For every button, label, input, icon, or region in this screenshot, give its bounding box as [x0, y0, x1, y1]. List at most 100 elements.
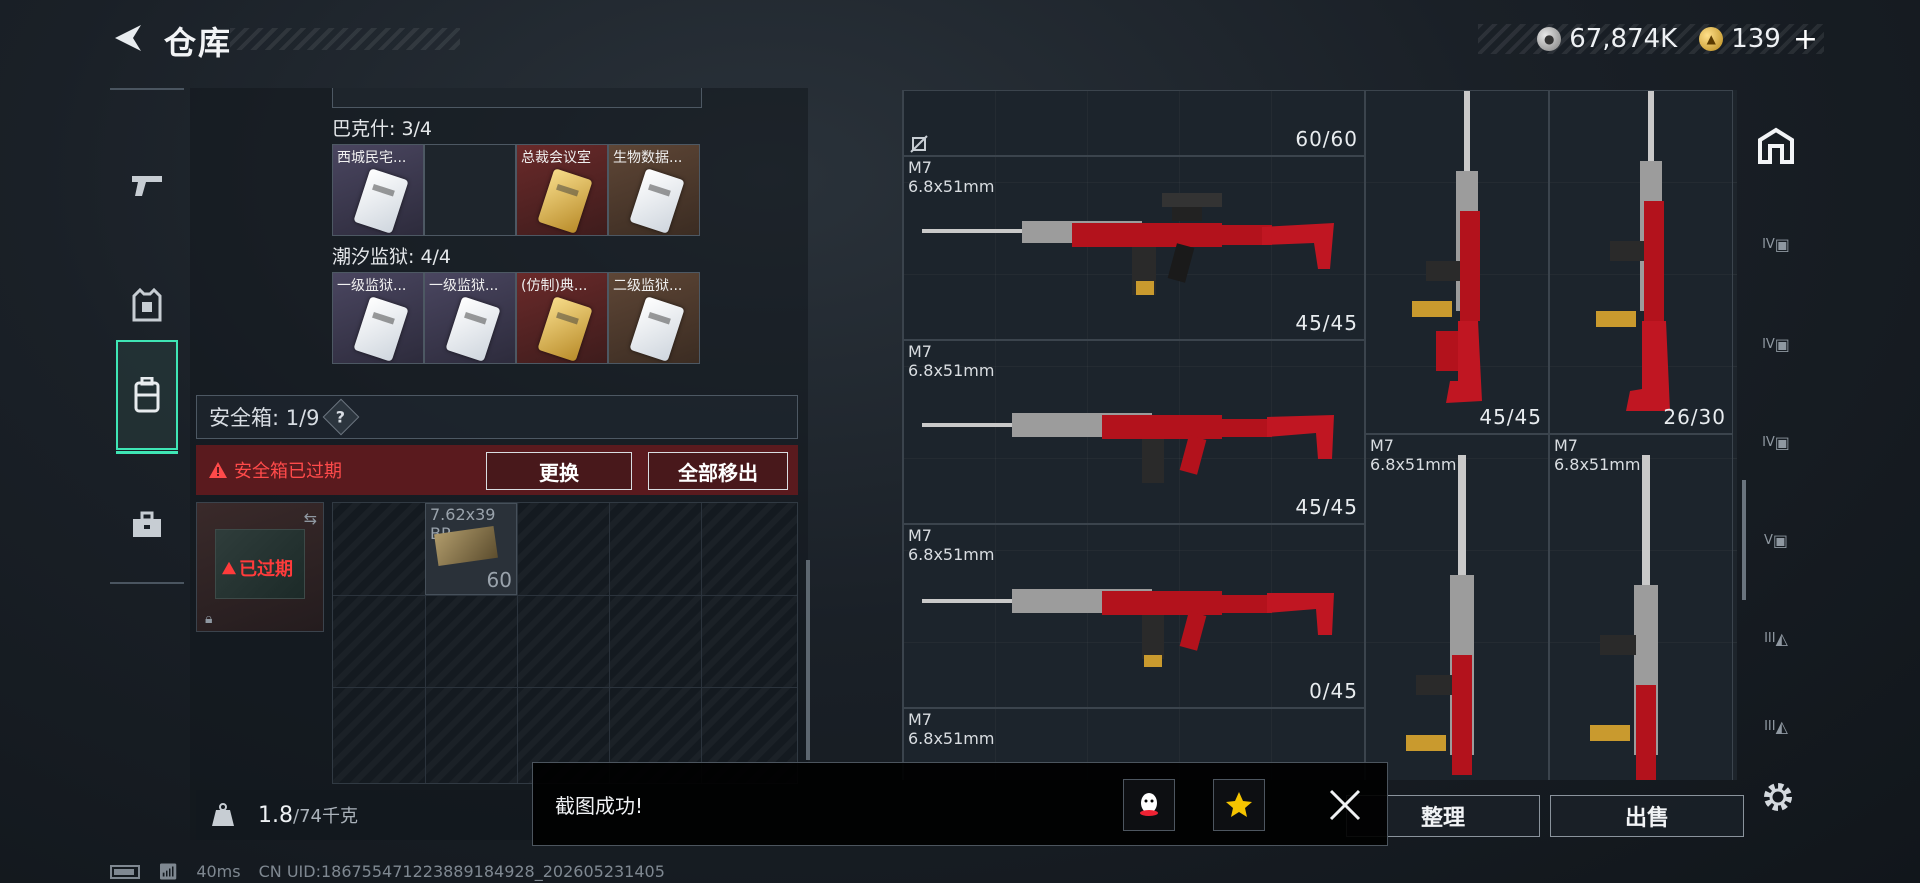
backpack-icon — [134, 377, 160, 413]
ammo-slot[interactable]: 7.62x39 BP 60 — [425, 503, 517, 595]
keycard-icon — [537, 296, 593, 362]
remove-all-button[interactable]: 全部移出 — [648, 452, 788, 490]
keycard-slot[interactable]: 二级监狱... — [608, 272, 700, 364]
vest-icon — [132, 288, 162, 322]
right-sidebar: IV ▣ IV ▣ IV ▣ V ▣ III ◭ III ◭ — [1742, 90, 1810, 780]
empty-slot[interactable] — [424, 144, 516, 236]
sell-button[interactable]: 出售 — [1550, 795, 1744, 837]
keycard-slot[interactable]: (仿制)典... — [516, 272, 608, 364]
keycard-slot[interactable]: 一级监狱... — [424, 272, 516, 364]
keycard-slot[interactable]: 一级监狱... — [332, 272, 424, 364]
weight-bar: 1.8 /74千克 — [196, 790, 536, 840]
right-scrollbar[interactable] — [1742, 480, 1746, 600]
weight-max: /74千克 — [293, 806, 358, 827]
warning-icon — [209, 462, 227, 478]
safebox-case-slot[interactable]: 已过期 ⇆ 🔒︎ — [196, 502, 324, 632]
armor-icon: ▣ — [1772, 530, 1789, 550]
rifle-icon — [922, 413, 1334, 483]
warning-icon — [222, 561, 236, 575]
tier-filter-item[interactable]: IV ▣ — [1752, 220, 1800, 268]
keycard-slot[interactable]: 西城民宅... — [332, 144, 424, 236]
weapon-slot[interactable]: M7 6.8x51mm — [1365, 434, 1549, 780]
previous-item-row — [332, 88, 702, 108]
inventory-left-panel: 巴克什: 3/4 西城民宅... 总裁会议室 生物数据... 潮汐监狱: 4/4… — [190, 88, 808, 840]
keycard-icon — [445, 296, 501, 362]
helmet-icon: ◭ — [1775, 716, 1788, 736]
keycard-slot[interactable]: 总裁会议室 — [516, 144, 608, 236]
weight-current: 1.8 — [258, 802, 293, 828]
share-qq-button[interactable] — [1123, 779, 1175, 831]
weapon-caliber: 6.8x51mm — [908, 361, 995, 380]
safebox-grid: 7.62x39 BP 60 — [332, 502, 798, 784]
weapon-name: M7 — [908, 710, 932, 729]
back-button[interactable] — [108, 18, 148, 58]
tier-filter-item[interactable]: III ◭ — [1752, 702, 1800, 750]
replace-button[interactable]: 更换 — [486, 452, 632, 490]
tier-filter-item[interactable]: V ▣ — [1752, 516, 1800, 564]
user-uid: CN UID:18675547122388918492​8_2026052314… — [258, 862, 665, 881]
safebox-header: 安全箱: 1/9 ? — [196, 395, 798, 439]
tier-filter-item[interactable]: IV ▣ — [1752, 418, 1800, 466]
ammo-count: 0/45 — [1309, 679, 1358, 703]
silver-amount: 67,874K — [1569, 24, 1678, 54]
weapon-name: M7 — [1370, 436, 1394, 455]
rifle-vertical-icon — [1590, 455, 1658, 780]
rifle-vertical-icon — [1412, 91, 1482, 403]
left-nav — [110, 88, 184, 584]
ammo-count: 60/60 — [1295, 127, 1358, 151]
weapon-slot[interactable]: M7 6.8x51mm 0/45 — [903, 524, 1365, 708]
item-label: 总裁会议室 — [521, 150, 591, 166]
screenshot-toast: 截图成功! — [532, 762, 1388, 846]
armor-icon: ▣ — [1774, 334, 1790, 354]
close-icon — [1329, 789, 1361, 821]
safebox-expired-bar: 安全箱已过期 更换 全部移出 — [196, 445, 798, 495]
title-decoration — [230, 28, 460, 50]
safebox-label: 安全箱: 1/9 — [209, 406, 320, 430]
swap-icon[interactable]: ⇆ — [304, 509, 317, 528]
ammo-count: 45/45 — [1295, 495, 1358, 519]
page-title: 仓库 — [164, 24, 233, 62]
helmet-icon: ◭ — [1775, 628, 1788, 648]
gear-icon — [1764, 783, 1792, 811]
back-arrow-icon — [115, 25, 141, 51]
status-bar: 📶︎ 40ms CN UID:18675547122388918492​8_20… — [110, 862, 665, 881]
keycard-icon — [537, 168, 593, 234]
help-icon[interactable]: ? — [322, 398, 359, 436]
tier-filter-item[interactable]: IV ▣ — [1752, 320, 1800, 368]
nav-backpack[interactable] — [116, 340, 178, 454]
nav-briefcase[interactable] — [116, 470, 178, 580]
rifle-vertical-icon — [1406, 455, 1474, 775]
safe-icon[interactable] — [1752, 122, 1800, 170]
nav-weapons[interactable] — [116, 130, 178, 240]
keycard-icon — [353, 168, 409, 234]
keycard-slot[interactable]: 生物数据... — [608, 144, 700, 236]
weapon-slot[interactable]: M7 6.8x51mm 45/45 — [903, 156, 1365, 340]
item-label: 二级监狱... — [613, 278, 683, 294]
weapon-slot[interactable]: M7 6.8x51mm 45/45 — [903, 340, 1365, 524]
add-currency-button[interactable]: + — [1793, 22, 1818, 57]
weight-icon — [212, 803, 234, 826]
silver-coin-icon: ● — [1537, 27, 1562, 51]
ammo-count: 45/45 — [1479, 405, 1542, 429]
left-scrollbar[interactable] — [806, 560, 810, 760]
rifle-icon — [922, 193, 1334, 295]
close-toast-button[interactable] — [1323, 783, 1367, 827]
item-label: (仿制)典... — [521, 278, 588, 294]
weapon-name: M7 — [908, 158, 932, 177]
currency-bar: ● 67,874K ▲ 139 + — [1478, 22, 1824, 57]
weapon-slot-top[interactable]: 60/60 — [903, 90, 1365, 156]
battery-icon — [110, 864, 140, 879]
weapon-slot[interactable]: 45/45 — [1365, 90, 1549, 434]
settings-button[interactable] — [1758, 777, 1798, 817]
no-insure-icon — [910, 135, 928, 153]
share-qzone-button[interactable] — [1213, 779, 1265, 831]
ammo-name: 7.62x39 — [430, 505, 496, 524]
weapon-caliber: 6.8x51mm — [908, 545, 995, 564]
weapon-name: M7 — [1554, 436, 1578, 455]
armor-icon: ▣ — [1774, 234, 1790, 254]
item-label: 西城民宅... — [337, 150, 407, 166]
tier-filter-item[interactable]: III ◭ — [1752, 614, 1800, 662]
weapon-slot[interactable]: 26/30 — [1549, 90, 1733, 434]
weapon-slot[interactable]: M7 6.8x51mm — [1549, 434, 1733, 780]
weapon-grid: 60/60 M7 6.8x51mm 45/45 M7 6.8x51mm 45/4… — [902, 90, 1737, 780]
